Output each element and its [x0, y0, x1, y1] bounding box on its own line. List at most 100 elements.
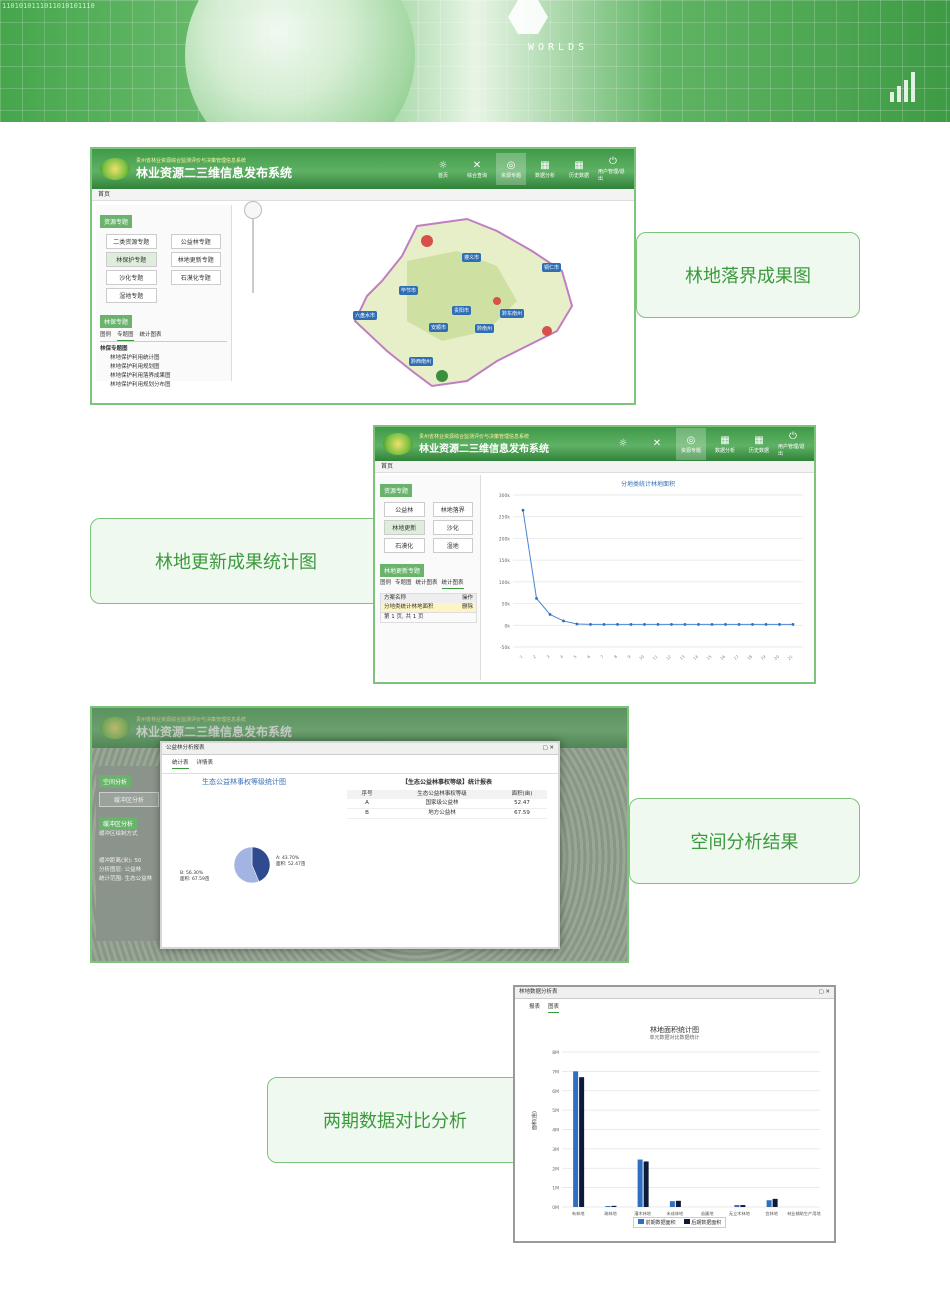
dialog-title: 林地数据分析表 — [519, 989, 558, 995]
table-cell[interactable]: 分地类统计林地面积 — [384, 603, 434, 612]
tab-chart[interactable]: 统计图表 — [140, 331, 162, 341]
nav-query[interactable]: ✕ 综合查询 — [462, 153, 492, 185]
pie-title: 生态公益林事权等级统计图 — [202, 778, 286, 786]
tab-legend[interactable]: 图例 — [380, 579, 391, 589]
topic-button[interactable]: 湿地 — [432, 538, 473, 553]
nav-topic[interactable]: ◎ 资源专题 — [676, 428, 706, 460]
tree-item[interactable]: 林地保护利用规划图 — [100, 363, 227, 372]
x-tick-label: 林业辅助生产用地 — [787, 1210, 821, 1217]
form-label: 统计范围: — [99, 876, 123, 882]
topic-button[interactable]: 公益林专题 — [170, 234, 221, 249]
tab-legend[interactable]: 图例 — [100, 331, 111, 341]
form-value[interactable]: 公益林 — [125, 867, 142, 873]
slice-label: A: 43.70% — [276, 855, 300, 861]
city-label: 安顺市 — [429, 323, 449, 332]
screenshot-spatial-analysis: 贵州省林业资源综合监测评价与决策管理信息系统 林业资源二三维信息发布系统 空间分… — [90, 706, 629, 963]
x-tick-label: 疏林地 — [604, 1210, 617, 1217]
banner-grid — [0, 0, 950, 122]
topic-button[interactable]: 公益林 — [384, 502, 425, 517]
tree-item[interactable]: 林地保护利用规划分布图 — [100, 381, 227, 390]
topic-button[interactable]: 沙化专题 — [106, 270, 157, 285]
nav-history[interactable]: ▦ 历史数据 — [744, 428, 774, 460]
topic-button[interactable]: 林保护专题 — [106, 252, 157, 267]
province-map[interactable]: 遵义市 铜仁市 毕节市 六盘水市 贵阳市 安顺市 黔南州 黔东南州 黔西南州 — [347, 211, 577, 391]
topic-button[interactable]: 林地落界 — [432, 502, 473, 517]
topic-button[interactable]: 二类资源专题 — [106, 234, 157, 249]
x-tick-label: 7 — [599, 654, 605, 660]
y-tick-label: 1M — [552, 1186, 559, 1192]
panel-tag: 缓冲区分析 — [99, 817, 138, 830]
x-tick-label: 5 — [572, 654, 578, 660]
data-point — [575, 622, 579, 626]
tab-report[interactable]: 报表 — [529, 1003, 540, 1013]
data-point — [589, 623, 592, 626]
data-point — [791, 623, 795, 626]
close-icon[interactable]: ▢ ✕ — [818, 988, 830, 997]
bar-graphic — [890, 72, 915, 102]
topic-button[interactable]: 湿地专题 — [106, 288, 157, 303]
data-point — [643, 623, 646, 626]
nav-user[interactable]: ⏻ 用户管理/退出 — [598, 153, 628, 185]
x-tick-label: 19 — [760, 654, 767, 661]
topic-button[interactable]: 石漠化 — [384, 538, 425, 553]
power-icon: ⏻ — [789, 431, 797, 442]
tab-chart-2[interactable]: 统计图表 — [441, 579, 464, 589]
map-icon: ▦ — [754, 434, 764, 446]
form-value[interactable]: 50 — [134, 858, 141, 864]
nav-home[interactable]: ☼ — [608, 428, 638, 460]
map-zoom-control[interactable] — [244, 201, 264, 297]
data-point — [764, 623, 768, 626]
y-tick-label: 300k — [499, 493, 511, 499]
tab-chart[interactable]: 统计图表 — [416, 579, 438, 589]
close-icon[interactable]: ▢ ✕ — [542, 744, 554, 753]
form-value[interactable]: 生态公益林 — [125, 876, 153, 882]
x-tick-label: 11 — [652, 654, 659, 661]
nav-topic[interactable]: ◎ 资源专题 — [496, 153, 526, 185]
panel-tag: 资源专题 — [380, 484, 413, 497]
data-point — [751, 623, 754, 626]
x-tick-label: 1 — [518, 654, 524, 660]
y-tick-label: -50k — [500, 645, 510, 651]
legend-label: 后期数据面积 — [691, 1220, 722, 1226]
tree-item[interactable]: 林地保护利用统计图 — [100, 354, 227, 363]
nav-history[interactable]: ▦ 历史数据 — [564, 153, 594, 185]
nav-home[interactable]: ☼ 首页 — [428, 153, 458, 185]
nav-user[interactable]: ⏻ 用户管理/退出 — [778, 428, 808, 460]
data-point — [697, 623, 700, 626]
topic-button[interactable]: 林地更新 — [384, 520, 425, 535]
buffer-button[interactable]: 缓冲区分析 — [99, 792, 159, 807]
pager[interactable]: 第 1 页, 共 1 页 — [381, 612, 476, 622]
screenshot-two-period-compare: 林地数据分析表 ▢ ✕ 报表 图表 林地面积统计图 单元数据对比数据统计 面积(… — [513, 985, 836, 1243]
table-header: 操作 — [461, 595, 473, 601]
topic-button[interactable]: 沙化 — [432, 520, 473, 535]
analysis-dialog: 公益林分析报表 ▢ ✕ 统计表 详情表 生态公益林事权等级统计图 A: 43.7… — [160, 741, 560, 949]
breadcrumb: 首页 — [92, 189, 634, 201]
tree-item[interactable]: 林地保护利用落界成果图 — [100, 372, 227, 381]
binary-code-text: 1101010111011010101110 — [2, 2, 95, 10]
nav-query[interactable]: ✕ — [642, 428, 672, 460]
x-tick-label: 宜林地 — [765, 1210, 778, 1217]
x-tick-label: 15 — [706, 654, 713, 661]
app-header: 贵州省林业资源综合监测评价与决策管理信息系统 林业资源二三维信息发布系统 ☼ ✕… — [375, 427, 814, 461]
panel-tag: 空间分析 — [99, 775, 132, 788]
tab-thematic[interactable]: 专题图 — [117, 331, 134, 341]
nav-analysis[interactable]: ▦ 数据分析 — [530, 153, 560, 185]
form-label: 分析图层: — [99, 867, 123, 873]
x-tick-label: 17 — [733, 654, 740, 661]
tab-chart[interactable]: 图表 — [548, 1003, 560, 1013]
power-icon: ⏻ — [609, 156, 617, 167]
bar — [766, 1200, 772, 1207]
topic-button[interactable]: 林地更新专题 — [170, 252, 221, 267]
tab-summary[interactable]: 统计表 — [172, 759, 189, 769]
nav-analysis[interactable]: ▦ 数据分析 — [710, 428, 740, 460]
tree-root[interactable]: 林保专题图 — [100, 345, 227, 354]
topic-button[interactable]: 石漠化专题 — [170, 270, 221, 285]
tab-detail[interactable]: 详情表 — [197, 759, 214, 769]
data-point — [670, 623, 673, 626]
tab-thematic[interactable]: 专题图 — [395, 579, 412, 589]
delete-link[interactable]: 删除 — [462, 603, 473, 612]
y-tick-label: 0M — [552, 1205, 559, 1211]
y-tick-label: 250k — [499, 515, 511, 521]
table-title: 【生态公益林事权等级】统计报表 — [401, 779, 492, 786]
bar — [734, 1205, 740, 1207]
